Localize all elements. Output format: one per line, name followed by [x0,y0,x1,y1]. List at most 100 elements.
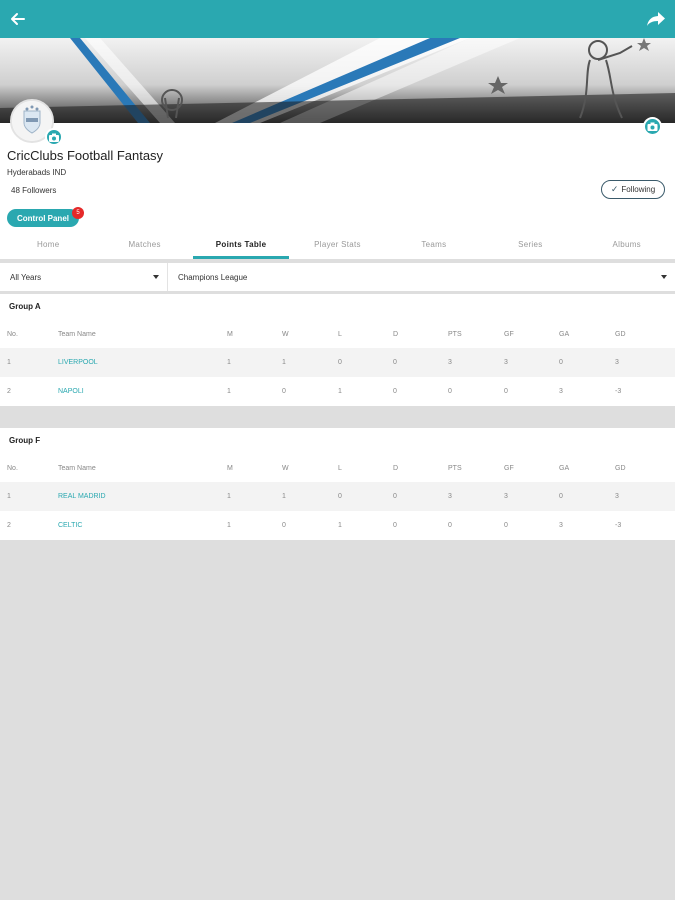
tab-player-stats[interactable]: Player Stats [289,233,385,259]
cell-ga: 3 [559,388,563,395]
table-row[interactable]: 2 CELTIC 1 0 1 0 0 0 3 -3 [0,511,675,540]
cell-no: 1 [7,359,11,366]
check-icon: ✓ [610,184,619,194]
following-label: Following [621,185,656,194]
cell-d: 0 [393,359,397,366]
col-m: M [227,465,233,472]
followers-count[interactable]: 48 Followers [11,186,56,195]
col-no: No. [7,331,18,338]
cell-m: 1 [227,493,231,500]
cell-w: 0 [282,522,286,529]
cell-ga: 0 [559,359,563,366]
cell-w: 1 [282,359,286,366]
year-dropdown[interactable]: All Years [0,263,168,291]
cell-team-name[interactable]: LIVERPOOL [58,359,98,366]
cell-w: 0 [282,388,286,395]
caret-down-icon [153,275,159,279]
cell-l: 0 [338,359,342,366]
cell-gf: 0 [504,522,508,529]
series-dropdown[interactable]: Champions League [168,263,675,291]
cell-ga: 3 [559,522,563,529]
col-team-name: Team Name [58,465,96,472]
tab-teams[interactable]: Teams [386,233,482,259]
col-d: D [393,465,399,472]
cell-no: 2 [7,522,11,529]
cell-team-name[interactable]: CELTIC [58,522,82,529]
points-table-group-a: Group A No. Team Name M W L D PTS GF GA … [0,294,675,406]
cell-gd: 3 [615,359,619,366]
app-bar [0,0,675,38]
filter-bar: All Years Champions League [0,263,675,291]
cell-gd: -3 [615,388,622,395]
col-w: W [282,465,289,472]
cover-image [0,38,675,123]
col-gf: GF [504,465,514,472]
cell-l: 1 [338,522,342,529]
col-ga: GA [559,465,570,472]
tab-series[interactable]: Series [482,233,578,259]
cell-pts: 3 [448,359,452,366]
cell-team-name[interactable]: NAPOLI [58,388,84,395]
table-row[interactable]: 1 LIVERPOOL 1 1 0 0 3 3 0 3 [0,348,675,377]
cell-pts: 0 [448,522,452,529]
series-dropdown-value: Champions League [178,273,248,282]
notification-badge: 5 [72,207,84,219]
col-team-name: Team Name [58,331,96,338]
club-profile: CricClubs Football Fantasy Hyderabads IN… [0,99,675,259]
tab-points-table[interactable]: Points Table [192,233,290,259]
col-no: No. [7,465,18,472]
points-table-group-f: Group F No. Team Name M W L D PTS GF GA … [0,428,675,540]
col-w: W [282,331,289,338]
cell-gf: 3 [504,359,508,366]
table-row[interactable]: 1 REAL MADRID 1 1 0 0 3 3 0 3 [0,482,675,511]
tab-bar: Home Matches Points Table Player Stats T… [0,233,675,259]
group-title: Group A [9,302,41,311]
cell-ga: 0 [559,493,563,500]
col-gd: GD [615,331,626,338]
table-header-row: No. Team Name M W L D PTS GF GA GD [0,454,675,483]
tab-home[interactable]: Home [0,233,96,259]
group-title: Group F [9,436,41,445]
col-gf: GF [504,331,514,338]
cell-m: 1 [227,388,231,395]
cell-team-name[interactable]: REAL MADRID [58,493,106,500]
club-name: CricClubs Football Fantasy [7,148,164,163]
back-arrow-icon[interactable] [8,9,28,29]
cell-m: 1 [227,522,231,529]
club-location: Hyderabads IND [7,168,67,177]
cell-pts: 0 [448,388,452,395]
cell-gf: 3 [504,493,508,500]
cell-pts: 3 [448,493,452,500]
col-l: L [338,331,342,338]
tab-matches[interactable]: Matches [96,233,192,259]
banner-camera-icon[interactable] [643,117,662,136]
cell-d: 0 [393,493,397,500]
cell-no: 2 [7,388,11,395]
cell-gd: 3 [615,493,619,500]
cell-l: 1 [338,388,342,395]
cell-gf: 0 [504,388,508,395]
control-panel-button[interactable]: Control Panel [7,209,79,227]
avatar-camera-icon[interactable] [45,128,63,146]
table-header-row: No. Team Name M W L D PTS GF GA GD [0,320,675,349]
cell-d: 0 [393,522,397,529]
caret-down-icon [661,275,667,279]
cell-w: 1 [282,493,286,500]
year-dropdown-value: All Years [10,273,42,282]
cell-no: 1 [7,493,11,500]
cover-banner [0,38,675,123]
cell-m: 1 [227,359,231,366]
col-l: L [338,465,342,472]
cell-gd: -3 [615,522,622,529]
col-m: M [227,331,233,338]
following-button[interactable]: ✓ Following [601,180,665,199]
cell-d: 0 [393,388,397,395]
cell-l: 0 [338,493,342,500]
col-d: D [393,331,399,338]
tab-albums[interactable]: Albums [579,233,675,259]
share-icon[interactable] [645,9,667,29]
table-row[interactable]: 2 NAPOLI 1 0 1 0 0 0 3 -3 [0,377,675,406]
col-gd: GD [615,465,626,472]
col-pts: PTS [448,465,462,472]
col-pts: PTS [448,331,462,338]
